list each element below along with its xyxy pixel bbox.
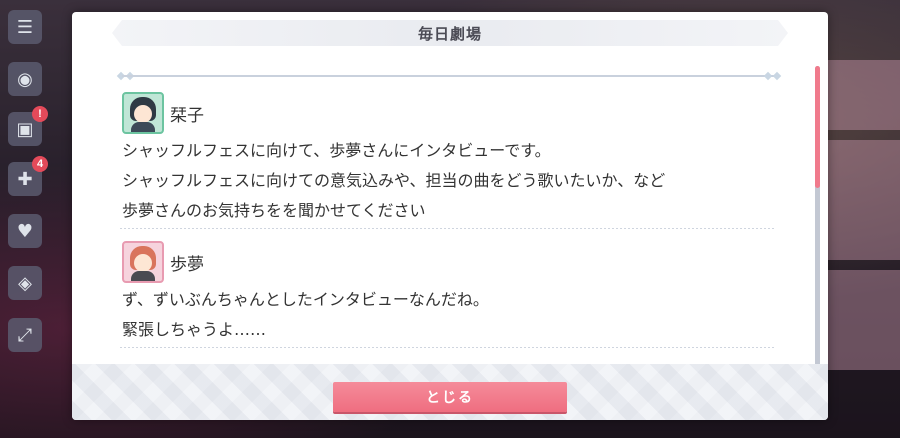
- heart-icon[interactable]: ♥: [8, 214, 42, 248]
- dialogue-line: 歩夢さんのお気持ちをを聞かせてください: [122, 201, 426, 220]
- dialogue-line: シャッフルフェスに向けての意気込みや、担当の曲をどう歌いたいか、など: [122, 171, 666, 190]
- right-decoration-top: [828, 60, 900, 130]
- right-decoration-bottom: [828, 270, 900, 370]
- avatar-face: [134, 105, 152, 123]
- dialogue-entry: 栞子 シャッフルフェスに向けて、歩夢さんにインタビューです。 シャッフルフェスに…: [120, 90, 780, 229]
- count-badge: 4: [32, 156, 48, 172]
- title-divider: [122, 75, 778, 77]
- speaker-avatar: [122, 92, 164, 134]
- avatar-face: [134, 254, 152, 272]
- speaker-name: 栞子: [170, 105, 204, 126]
- dialog-title-bar: 毎日劇場: [112, 20, 788, 46]
- avatar-body: [131, 122, 155, 132]
- expand-icon[interactable]: ⤢: [8, 318, 42, 352]
- entry-separator: [120, 347, 774, 348]
- scrollbar-track[interactable]: [815, 66, 820, 378]
- camera-icon[interactable]: ◈: [8, 266, 42, 300]
- divider-diamond-right-2: [772, 71, 782, 81]
- close-button[interactable]: とじる: [333, 382, 567, 412]
- dialog-title: 毎日劇場: [417, 24, 482, 43]
- speaker-name: 歩夢: [170, 254, 204, 275]
- chat-icon[interactable]: ◉: [8, 62, 42, 96]
- dialogue-line: 緊張しちゃうよ……: [122, 320, 267, 339]
- entry-separator: [120, 228, 774, 229]
- speaker-row: 栞子: [122, 90, 780, 136]
- avatar-body: [131, 271, 155, 281]
- menu-icon[interactable]: ☰: [8, 10, 42, 44]
- speaker-row: 歩夢: [122, 239, 780, 285]
- notification-badge: !: [32, 106, 48, 122]
- right-decoration-mid: [828, 140, 900, 260]
- divider-diamond-right: [763, 71, 773, 81]
- dialogue-line: ず、ずいぶんちゃんとしたインタビューなんだね。: [122, 290, 489, 309]
- dialogue-line: シャッフルフェスに向けて、歩夢さんにインタビューです。: [122, 141, 551, 160]
- daily-theater-dialog: 毎日劇場 栞子 シャッフルフェスに向けて、歩夢さんにインタビューです。 シャッフ…: [72, 12, 828, 420]
- dialogue-scroll-area[interactable]: 栞子 シャッフルフェスに向けて、歩夢さんにインタビューです。 シャッフルフェスに…: [120, 90, 780, 378]
- dialogue-entry: 歩夢 ず、ずいぶんちゃんとしたインタビューなんだね。 緊張しちゃうよ……: [120, 239, 780, 348]
- scrollbar-thumb[interactable]: [815, 66, 820, 188]
- speaker-avatar: [122, 241, 164, 283]
